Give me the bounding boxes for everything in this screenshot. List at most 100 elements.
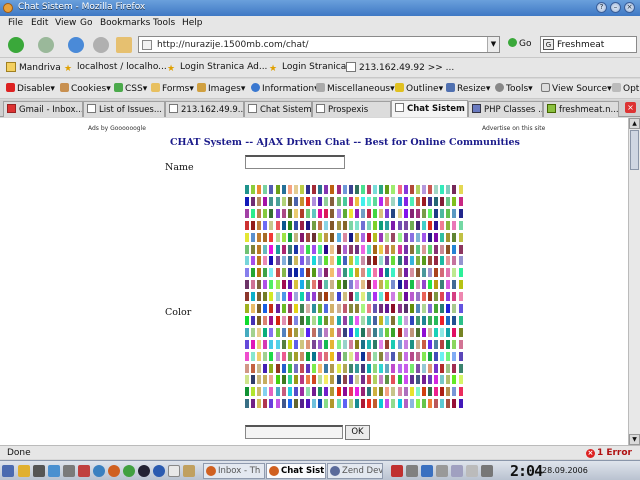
dev-view-source[interactable]: View Source▾	[541, 83, 612, 94]
color-swatch[interactable]	[257, 387, 262, 397]
color-swatch[interactable]	[354, 304, 359, 313]
color-swatch[interactable]	[446, 256, 451, 266]
color-swatch[interactable]	[434, 375, 439, 385]
color-swatch[interactable]	[324, 280, 329, 290]
color-swatch[interactable]	[373, 220, 378, 230]
color-swatch[interactable]	[312, 339, 317, 349]
color-swatch[interactable]	[379, 232, 384, 242]
color-swatch[interactable]	[403, 387, 408, 397]
color-swatch[interactable]	[379, 196, 384, 206]
close-tab-icon[interactable]: ×	[625, 102, 636, 113]
color-swatch[interactable]	[391, 256, 396, 266]
color-swatch[interactable]	[415, 387, 420, 397]
color-swatch[interactable]	[275, 220, 280, 230]
color-swatch[interactable]	[336, 375, 341, 385]
dev-information[interactable]: Information▾	[251, 83, 319, 94]
color-swatch[interactable]	[458, 292, 463, 302]
color-swatch[interactable]	[251, 232, 256, 242]
color-swatch[interactable]	[458, 399, 463, 409]
color-swatch[interactable]	[415, 208, 420, 218]
color-swatch[interactable]	[287, 327, 292, 337]
color-swatch[interactable]	[342, 399, 347, 409]
color-swatch[interactable]	[299, 280, 304, 290]
color-swatch[interactable]	[269, 375, 274, 385]
color-swatch[interactable]	[452, 292, 457, 302]
color-swatch[interactable]	[385, 196, 390, 206]
color-swatch[interactable]	[409, 304, 414, 313]
color-swatch[interactable]	[385, 185, 390, 194]
color-swatch[interactable]	[452, 196, 457, 206]
color-swatch[interactable]	[245, 268, 249, 278]
color-swatch[interactable]	[360, 220, 365, 230]
color-swatch[interactable]	[434, 185, 439, 194]
dev-resize[interactable]: Resize▾	[446, 83, 490, 94]
color-swatch[interactable]	[299, 387, 304, 397]
color-swatch[interactable]	[367, 232, 371, 242]
color-swatch[interactable]	[342, 185, 347, 194]
color-swatch[interactable]	[263, 244, 268, 254]
color-swatch[interactable]	[440, 363, 445, 373]
color-swatch[interactable]	[275, 268, 280, 278]
color-swatch[interactable]	[397, 220, 402, 230]
color-swatch[interactable]	[330, 399, 335, 409]
color-swatch[interactable]	[318, 292, 323, 302]
color-swatch[interactable]	[263, 280, 268, 290]
color-swatch[interactable]	[330, 268, 335, 278]
color-swatch[interactable]	[458, 327, 463, 337]
go-button[interactable]: Go	[508, 38, 531, 49]
tools-tray-icon[interactable]	[481, 465, 493, 477]
color-swatch[interactable]	[318, 339, 323, 349]
color-swatch[interactable]	[446, 292, 451, 302]
color-swatch[interactable]	[434, 244, 439, 254]
color-swatch[interactable]	[245, 292, 249, 302]
color-swatch[interactable]	[245, 232, 249, 242]
color-swatch[interactable]	[275, 315, 280, 325]
color-swatch[interactable]	[269, 363, 274, 373]
color-swatch[interactable]	[421, 185, 426, 194]
color-swatch[interactable]	[299, 196, 304, 206]
color-swatch[interactable]	[342, 256, 347, 266]
color-swatch[interactable]	[458, 315, 463, 325]
color-swatch[interactable]	[360, 244, 365, 254]
color-palette[interactable]	[245, 185, 467, 411]
color-swatch[interactable]	[281, 232, 286, 242]
color-swatch[interactable]	[299, 339, 304, 349]
color-swatch[interactable]	[245, 185, 249, 194]
reload-icon[interactable]	[68, 37, 84, 53]
color-swatch[interactable]	[245, 327, 249, 337]
color-swatch[interactable]	[275, 375, 280, 385]
color-swatch[interactable]	[275, 185, 280, 194]
scroll-up-icon[interactable]: ▲	[629, 118, 640, 129]
color-swatch[interactable]	[409, 292, 414, 302]
color-swatch[interactable]	[330, 339, 335, 349]
color-swatch[interactable]	[409, 220, 414, 230]
color-swatch[interactable]	[257, 244, 262, 254]
color-swatch[interactable]	[428, 351, 432, 361]
color-swatch[interactable]	[336, 220, 341, 230]
color-swatch[interactable]	[391, 399, 396, 409]
color-swatch[interactable]	[263, 315, 268, 325]
color-swatch[interactable]	[330, 363, 335, 373]
color-swatch[interactable]	[385, 315, 390, 325]
address-input[interactable]: http://nurazije.1500mb.com/chat/	[157, 40, 309, 50]
color-swatch[interactable]	[257, 256, 262, 266]
color-swatch[interactable]	[367, 363, 371, 373]
color-swatch[interactable]	[275, 244, 280, 254]
color-swatch[interactable]	[367, 220, 371, 230]
color-swatch[interactable]	[385, 268, 390, 278]
dev-outline[interactable]: Outline▾	[395, 83, 443, 94]
color-swatch[interactable]	[360, 185, 365, 194]
advertise-link[interactable]: Advertise on this site	[482, 125, 545, 132]
color-swatch[interactable]	[251, 256, 256, 266]
color-swatch[interactable]	[354, 256, 359, 266]
color-swatch[interactable]	[446, 280, 451, 290]
color-swatch[interactable]	[440, 244, 445, 254]
color-swatch[interactable]	[299, 315, 304, 325]
color-swatch[interactable]	[257, 208, 262, 218]
color-swatch[interactable]	[428, 268, 432, 278]
star-launcher-icon[interactable]	[18, 465, 30, 477]
color-swatch[interactable]	[354, 339, 359, 349]
color-swatch[interactable]	[299, 304, 304, 313]
color-swatch[interactable]	[330, 327, 335, 337]
color-swatch[interactable]	[434, 327, 439, 337]
